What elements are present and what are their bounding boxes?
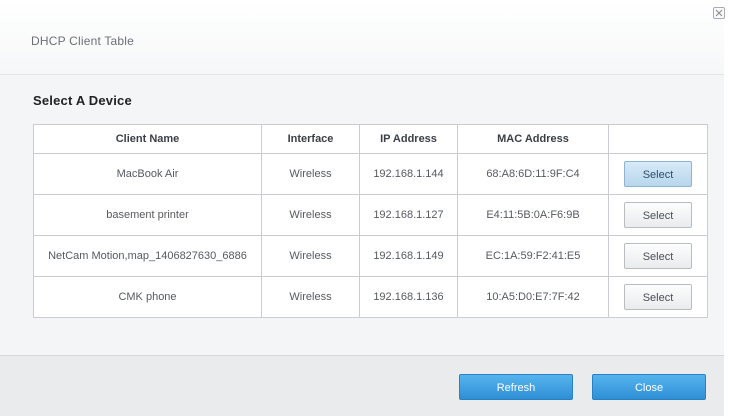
cell-client-name: CMK phone [33, 276, 262, 318]
cell-mac-address: 68:A8:6D:11:9F:C4 [457, 153, 609, 195]
table-row: basement printer Wireless 192.168.1.127 … [33, 194, 708, 236]
close-x-glyph [715, 9, 723, 17]
select-button[interactable]: Select [624, 202, 692, 228]
cell-interface: Wireless [261, 276, 360, 318]
column-header-action [608, 124, 708, 154]
cell-mac-address: 10:A5:D0:E7:7F:42 [457, 276, 609, 318]
cell-action: Select [608, 153, 708, 195]
section-title: Select A Device [33, 93, 132, 108]
dialog-header: DHCP Client Table [0, 0, 724, 75]
cell-interface: Wireless [261, 194, 360, 236]
select-button[interactable]: Select [624, 243, 692, 269]
close-icon[interactable] [713, 7, 725, 19]
cell-mac-address: E4:11:5B:0A:F6:9B [457, 194, 609, 236]
column-header-interface: Interface [261, 124, 360, 154]
cell-ip-address: 192.168.1.127 [359, 194, 458, 236]
dhcp-client-table-dialog: DHCP Client Table Select A Device Client… [0, 0, 734, 416]
cell-ip-address: 192.168.1.149 [359, 235, 458, 277]
refresh-button[interactable]: Refresh [459, 374, 573, 400]
client-table: Client Name Interface IP Address MAC Add… [33, 124, 708, 318]
table-row: MacBook Air Wireless 192.168.1.144 68:A8… [33, 153, 708, 195]
cell-action: Select [608, 276, 708, 318]
select-button[interactable]: Select [624, 284, 692, 310]
table-header-row: Client Name Interface IP Address MAC Add… [33, 124, 708, 154]
column-header-ip-address: IP Address [359, 124, 458, 154]
close-button[interactable]: Close [592, 374, 706, 400]
cell-client-name: NetCam Motion,map_1406827630_6886 [33, 235, 262, 277]
cell-ip-address: 192.168.1.144 [359, 153, 458, 195]
column-header-mac-address: MAC Address [457, 124, 609, 154]
cell-mac-address: EC:1A:59:F2:41:E5 [457, 235, 609, 277]
cell-client-name: MacBook Air [33, 153, 262, 195]
column-header-client-name: Client Name [33, 124, 262, 154]
cell-interface: Wireless [261, 235, 360, 277]
table-row: CMK phone Wireless 192.168.1.136 10:A5:D… [33, 276, 708, 318]
cell-client-name: basement printer [33, 194, 262, 236]
dialog-title: DHCP Client Table [31, 34, 135, 48]
select-button[interactable]: Select [624, 161, 692, 187]
cell-action: Select [608, 194, 708, 236]
cell-interface: Wireless [261, 153, 360, 195]
table-row: NetCam Motion,map_1406827630_6886 Wirele… [33, 235, 708, 277]
cell-ip-address: 192.168.1.136 [359, 276, 458, 318]
cell-action: Select [608, 235, 708, 277]
